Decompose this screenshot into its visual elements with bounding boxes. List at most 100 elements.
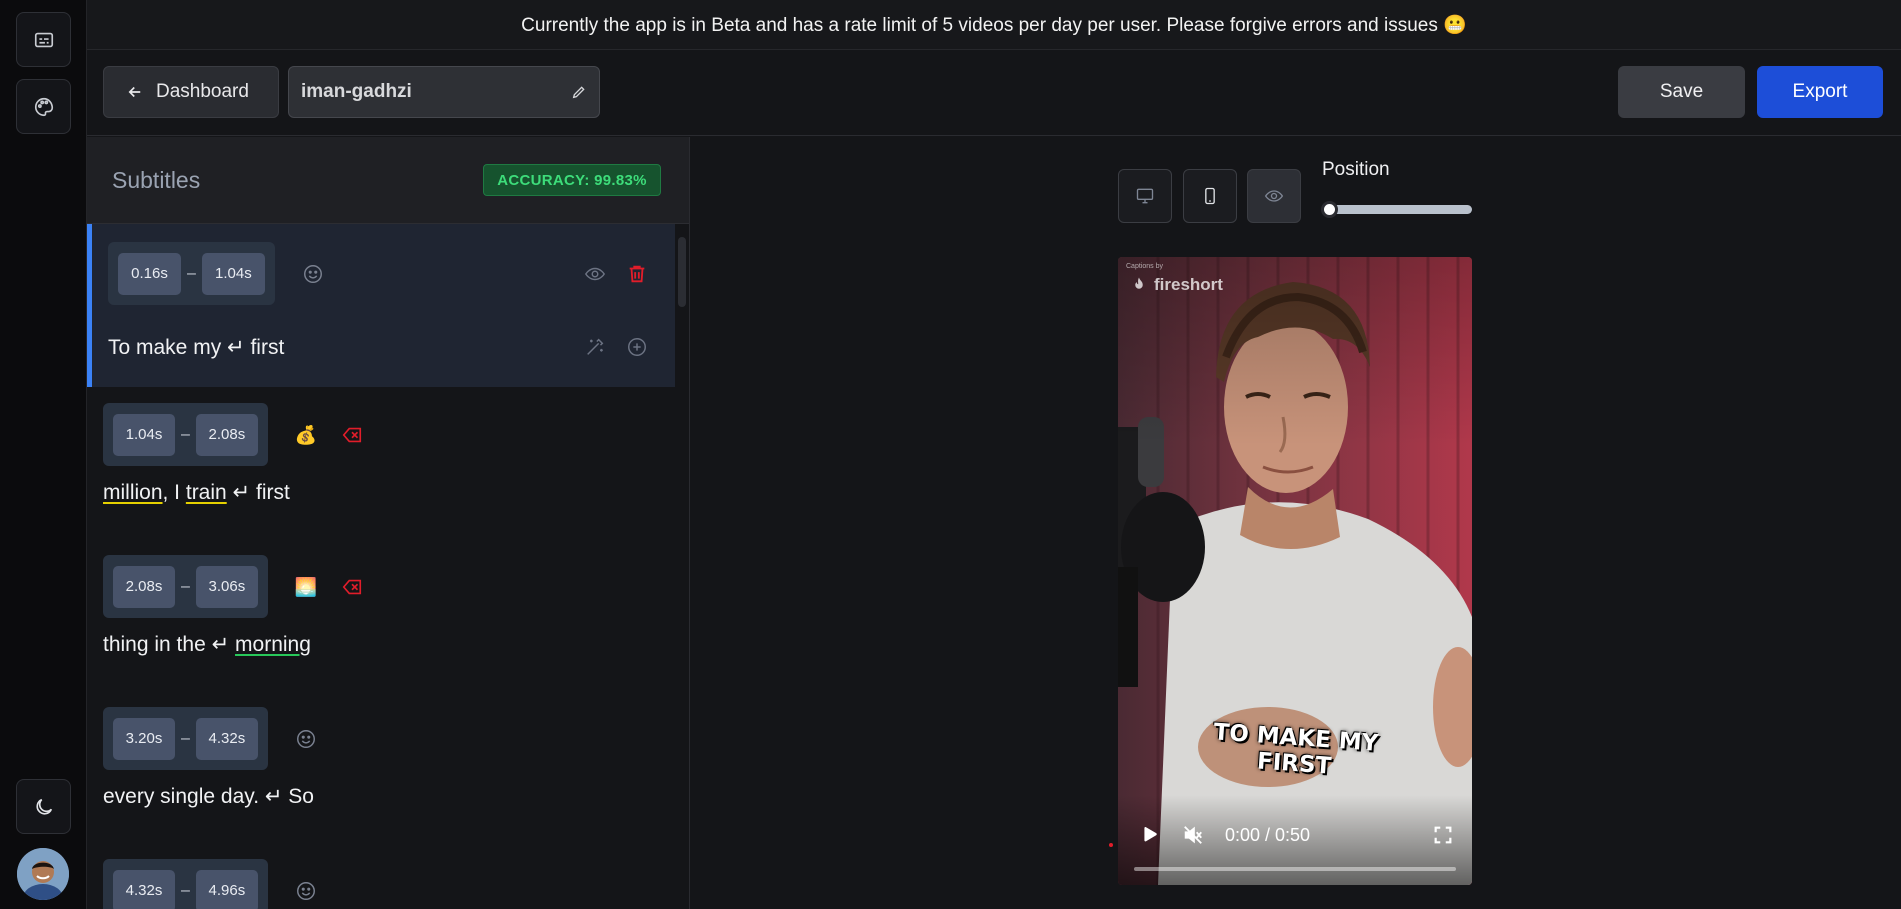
- time-range: 3.20s – 4.32s: [103, 707, 268, 770]
- emoji-picker-button[interactable]: [295, 880, 317, 902]
- start-time[interactable]: 3.20s: [113, 717, 175, 760]
- beta-banner-text: Currently the app is in Beta and has a r…: [521, 14, 1467, 36]
- eye-icon: [1264, 190, 1284, 202]
- remove-emoji-button[interactable]: [341, 576, 363, 598]
- subtitle-item[interactable]: 1.04s – 2.08s 💰 million, I train ↵ first: [87, 387, 675, 539]
- palette-icon: [34, 97, 53, 116]
- highlighted-word[interactable]: million: [103, 481, 163, 504]
- export-button-label: Export: [1792, 81, 1848, 102]
- time-range: 2.08s – 3.06s: [103, 555, 268, 618]
- video-progress-bar[interactable]: [1134, 867, 1456, 871]
- subtitle-text[interactable]: every single day. ↵ So: [103, 784, 314, 809]
- fireshort-logo-icon: [1135, 277, 1143, 289]
- accuracy-badge: ACCURACY: 99.83%: [483, 164, 661, 196]
- fullscreen-button[interactable]: [1432, 824, 1454, 846]
- smartphone-icon: [1205, 187, 1215, 205]
- backspace-x-icon: [342, 427, 362, 443]
- mobile-view-button[interactable]: [1183, 169, 1237, 223]
- save-button[interactable]: Save: [1618, 66, 1745, 118]
- project-name-value: iman-gadhzi: [301, 81, 412, 102]
- moon-icon: [35, 798, 52, 815]
- time-separator: –: [181, 577, 190, 595]
- time-range: 1.04s – 2.08s: [103, 403, 268, 466]
- subtitle-word[interactable]: every single day.: [103, 785, 265, 808]
- video-frame: [1118, 257, 1472, 885]
- desktop-view-button[interactable]: [1118, 169, 1172, 223]
- volume-muted-icon: [1184, 826, 1202, 844]
- dark-mode-toggle[interactable]: [16, 779, 71, 834]
- backspace-x-icon: [342, 579, 362, 595]
- subtitle-text[interactable]: thing in the ↵ morning: [103, 632, 311, 657]
- subtitle-word[interactable]: So: [282, 785, 314, 808]
- fireshort-watermark: fireshort: [1130, 275, 1223, 295]
- sunrise-emoji[interactable]: 🌅: [295, 576, 317, 598]
- end-time[interactable]: 2.08s: [195, 413, 258, 456]
- recording-indicator: [1109, 843, 1113, 847]
- position-label: Position: [1322, 159, 1390, 180]
- magic-wand-button[interactable]: [584, 336, 606, 358]
- start-time[interactable]: 4.32s: [113, 869, 175, 909]
- line-break-marker: ↵: [264, 785, 283, 808]
- highlighted-word[interactable]: train: [186, 481, 227, 504]
- time-separator: –: [181, 881, 190, 899]
- magic-wand-icon: [587, 338, 604, 355]
- fireshort-brand-text: fireshort: [1154, 275, 1223, 294]
- end-time[interactable]: 4.96s: [195, 869, 258, 909]
- preview-visibility-button[interactable]: [1247, 169, 1301, 223]
- remove-emoji-button[interactable]: [341, 424, 363, 446]
- subtitle-word[interactable]: first: [245, 336, 284, 359]
- subtitle-item[interactable]: 3.20s – 4.32s every single day. ↵ So: [87, 691, 675, 843]
- monitor-icon: [1136, 188, 1154, 204]
- subtitle-item[interactable]: 0.16s – 1.04s To make my ↵ first: [87, 224, 675, 387]
- line-break-marker: ↵: [211, 633, 236, 656]
- time-range: 4.32s – 4.96s: [103, 859, 268, 909]
- app-root: Currently the app is in Beta and has a r…: [0, 0, 1901, 909]
- delete-subtitle-button[interactable]: [626, 263, 648, 285]
- user-avatar[interactable]: [17, 848, 69, 900]
- start-time[interactable]: 1.04s: [113, 413, 175, 456]
- subtitle-text[interactable]: million, I train ↵ first: [103, 480, 290, 505]
- export-button[interactable]: Export: [1757, 66, 1883, 118]
- position-slider[interactable]: [1322, 205, 1472, 214]
- play-icon: [1144, 827, 1157, 842]
- subtitle-item[interactable]: 4.32s – 4.96s: [87, 843, 675, 909]
- subtitles-title: Subtitles: [112, 167, 201, 193]
- pencil-icon[interactable]: [571, 84, 587, 100]
- end-time[interactable]: 1.04s: [201, 252, 265, 295]
- dashboard-back-label: Dashboard: [156, 81, 249, 102]
- video-preview[interactable]: Captions by fireshort TO MAKE MY FIRST 0…: [1118, 257, 1472, 885]
- dashboard-back-button[interactable]: Dashboard: [103, 66, 279, 118]
- subtitles-scrollbar[interactable]: [678, 237, 686, 307]
- highlighted-word[interactable]: morning: [235, 633, 311, 656]
- time-separator: –: [181, 729, 190, 747]
- end-time[interactable]: 4.32s: [195, 717, 258, 760]
- emoji-picker-button[interactable]: [295, 728, 317, 750]
- theme-style-nav-button[interactable]: [16, 79, 71, 134]
- start-time[interactable]: 0.16s: [118, 252, 181, 295]
- money-bag-emoji[interactable]: 💰: [295, 424, 317, 446]
- play-button[interactable]: [1136, 822, 1162, 848]
- subtitle-word[interactable]: thing in the: [103, 633, 212, 656]
- subtitle-item[interactable]: 2.08s – 3.06s 🌅 thing in the ↵ morning: [87, 539, 675, 691]
- position-slider-handle[interactable]: [1321, 201, 1338, 218]
- mute-button[interactable]: [1180, 822, 1206, 848]
- trash-icon: [629, 265, 645, 283]
- start-time[interactable]: 2.08s: [113, 565, 175, 608]
- end-time[interactable]: 3.06s: [195, 565, 258, 608]
- subtitle-word[interactable]: ↵ first: [227, 481, 290, 504]
- subtitle-word[interactable]: To make my: [108, 336, 227, 359]
- smiley-icon: [304, 265, 322, 283]
- captions-by-label: Captions by: [1126, 263, 1163, 270]
- time-separator: –: [187, 264, 196, 282]
- subtitles-nav-button[interactable]: [16, 12, 71, 67]
- top-toolbar: Dashboard iman-gadhzi Save Export: [87, 50, 1901, 136]
- subtitles-panel-header: Subtitles ACCURACY: 99.83%: [87, 137, 689, 224]
- subtitle-word[interactable]: , I: [163, 481, 186, 504]
- project-name-field[interactable]: iman-gadhzi: [288, 66, 600, 118]
- subtitles-panel: Subtitles ACCURACY: 99.83% 0.16s – 1.04s…: [87, 137, 690, 909]
- add-subtitle-button[interactable]: [626, 336, 648, 358]
- subtitle-text[interactable]: To make my ↵ first: [108, 335, 284, 360]
- visibility-toggle[interactable]: [584, 263, 606, 285]
- beta-banner: Currently the app is in Beta and has a r…: [87, 0, 1901, 50]
- emoji-picker-button[interactable]: [302, 263, 324, 285]
